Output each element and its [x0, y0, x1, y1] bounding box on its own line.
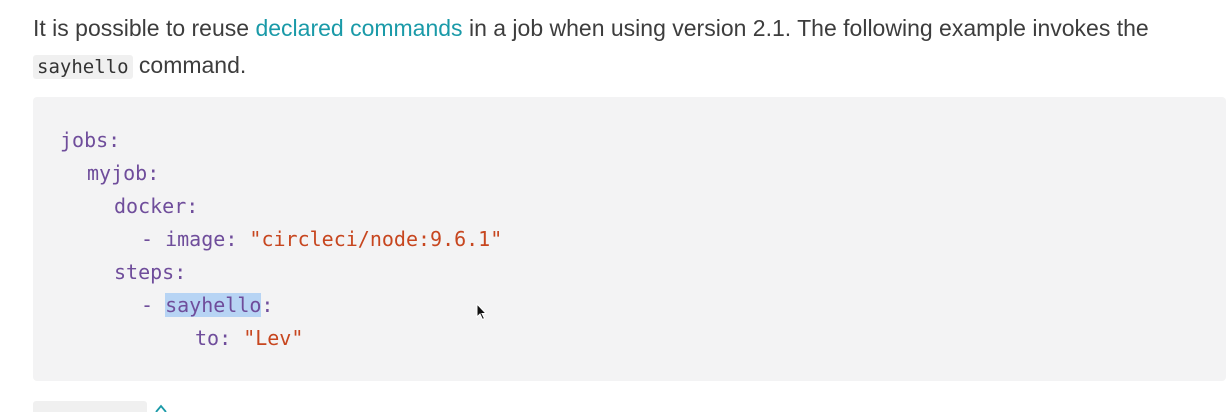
code-punct: : [219, 326, 244, 350]
code-line-myjob: myjob: [87, 157, 159, 190]
intro-text-before: It is possible to reuse [33, 15, 256, 41]
code-key: image [165, 227, 226, 251]
code-punct: : [174, 260, 187, 284]
code-line-jobs: jobs: [60, 124, 120, 157]
code-punct: : [261, 293, 274, 317]
sayhello-inline-code: sayhello [33, 55, 133, 79]
partial-code-snippet [33, 401, 147, 412]
intro-paragraph: It is possible to reuse declared command… [33, 10, 1218, 86]
code-line-sayhello: - sayhello: [141, 289, 273, 322]
code-punct: : [186, 194, 199, 218]
code-key: myjob [87, 161, 148, 185]
code-key: docker [114, 194, 187, 218]
code-dash: - [141, 227, 166, 251]
code-key: steps [114, 260, 175, 284]
declared-commands-link[interactable]: declared commands [255, 15, 462, 41]
code-punct: : [108, 128, 121, 152]
intro-text-end: command. [132, 52, 247, 78]
code-string: "Lev" [243, 326, 304, 350]
code-punct: : [147, 161, 160, 185]
code-key: to [195, 326, 220, 350]
selected-sayhello-text[interactable]: sayhello [165, 293, 262, 317]
code-key: jobs [60, 128, 109, 152]
intro-text-after: in a job when using version 2.1. The fol… [462, 15, 1149, 41]
code-punct: : [225, 227, 250, 251]
code-line-image: - image: "circleci/node:9.6.1" [141, 223, 502, 256]
code-string: "circleci/node:9.6.1" [249, 227, 503, 251]
yaml-code-block[interactable]: jobs: myjob: docker: - image: "circleci/… [33, 97, 1226, 381]
code-dash: - [141, 293, 166, 317]
code-line-docker: docker: [114, 190, 198, 223]
code-line-steps: steps: [114, 256, 186, 289]
link-anchor-icon[interactable] [154, 403, 168, 412]
code-line-to: to: "Lev" [195, 322, 303, 355]
mouse-pointer-icon [476, 303, 488, 321]
